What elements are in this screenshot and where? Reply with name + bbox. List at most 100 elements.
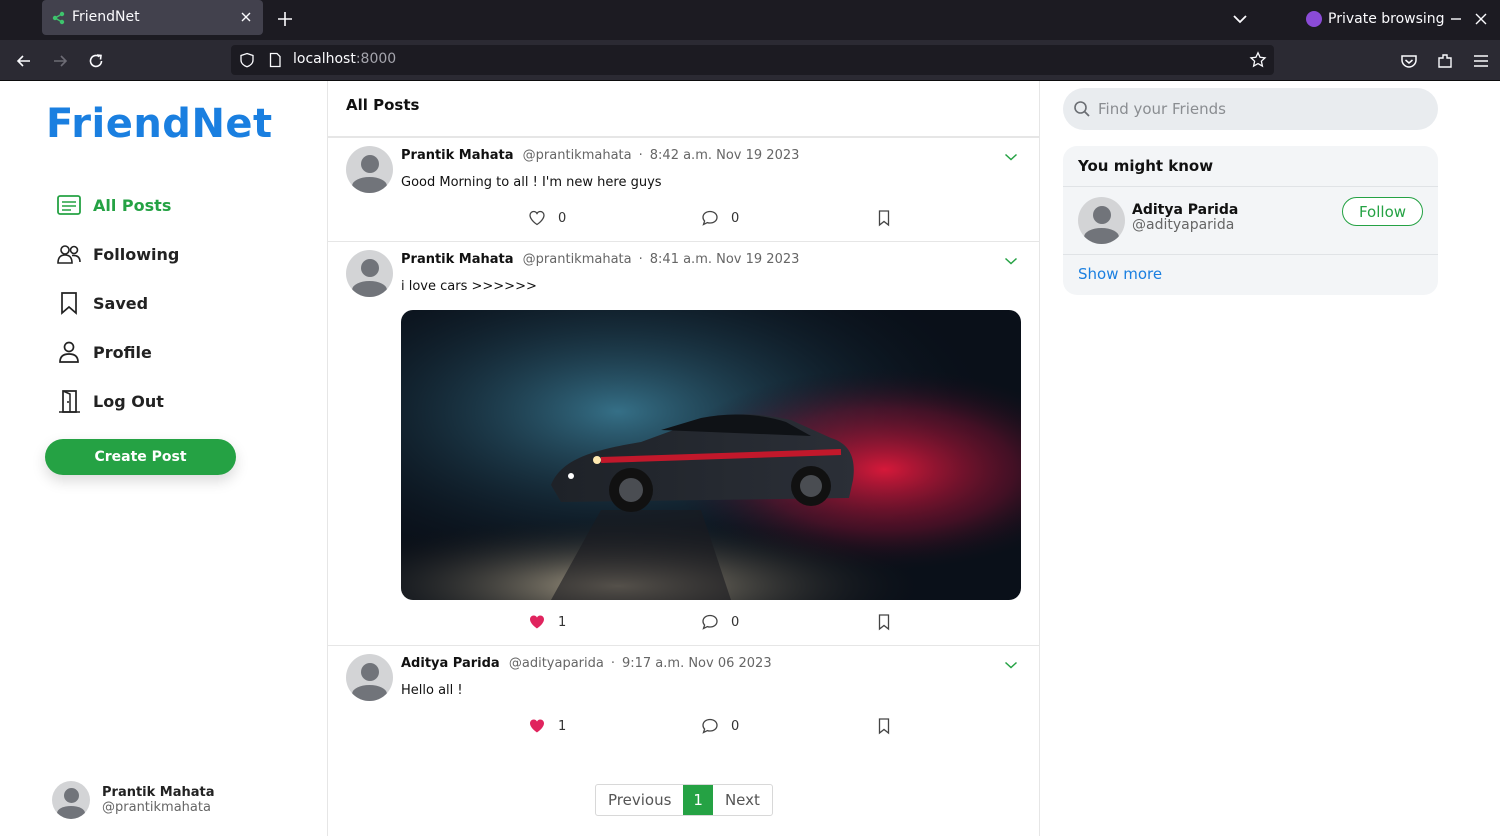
show-more-link[interactable]: Show more xyxy=(1078,265,1162,283)
save-button[interactable] xyxy=(875,209,893,227)
suggested-user-name[interactable]: Aditya Parida xyxy=(1132,202,1238,218)
nav-item-all-posts[interactable]: All Posts xyxy=(56,191,171,219)
previous-page-button[interactable]: Previous xyxy=(596,785,683,815)
left-sidebar: FriendNet All Posts Following Saved Prof… xyxy=(0,81,328,836)
comment-button[interactable]: 0 xyxy=(701,717,739,735)
save-button[interactable] xyxy=(875,717,893,735)
post: Prantik Mahata @prantikmahata · 8:41 a.m. … xyxy=(328,242,1039,646)
close-tab-icon[interactable] xyxy=(239,10,253,24)
comment-icon xyxy=(702,614,718,630)
like-count: 0 xyxy=(558,210,567,226)
post-meta: Prantik Mahata @prantikmahata · 8:41 a.m. … xyxy=(401,252,800,267)
post-handle[interactable]: @adityaparida xyxy=(509,656,604,671)
comment-count: 0 xyxy=(731,210,740,226)
feed-header: All Posts xyxy=(328,81,1039,138)
bookmark-star-icon[interactable] xyxy=(1249,51,1267,69)
post-author[interactable]: Prantik Mahata xyxy=(401,252,514,267)
like-button[interactable]: 0 xyxy=(528,209,566,227)
like-button[interactable]: 1 xyxy=(528,717,566,735)
create-post-button[interactable]: Create Post xyxy=(45,439,236,475)
bookmark-icon xyxy=(878,210,890,227)
post-author[interactable]: Aditya Parida xyxy=(401,656,500,671)
nav-item-saved[interactable]: Saved xyxy=(56,289,148,317)
current-user-name: Prantik Mahata xyxy=(102,785,215,800)
forward-arrow-icon[interactable] xyxy=(50,51,70,71)
door-icon xyxy=(59,390,80,413)
post-handle[interactable]: @prantikmahata xyxy=(523,252,632,267)
current-user[interactable]: Prantik Mahata @prantikmahata xyxy=(52,781,215,819)
hamburger-menu-icon[interactable] xyxy=(1471,51,1491,71)
app-logo[interactable]: FriendNet xyxy=(46,101,273,147)
avatar[interactable] xyxy=(346,250,393,297)
search-input[interactable] xyxy=(1098,96,1418,122)
post-handle[interactable]: @prantikmahata xyxy=(523,148,632,163)
avatar xyxy=(52,781,90,819)
comment-count: 0 xyxy=(731,718,740,734)
pocket-icon[interactable] xyxy=(1399,51,1419,71)
right-sidebar: You might know Aditya Parida @adityapari… xyxy=(1040,81,1500,836)
post-author[interactable]: Prantik Mahata xyxy=(401,148,514,163)
browser-tab-bar: FriendNet Private browsing xyxy=(0,0,1500,40)
private-mask-icon xyxy=(1306,11,1322,27)
private-browsing-indicator: Private browsing xyxy=(1306,9,1445,29)
shield-icon[interactable] xyxy=(239,52,255,68)
post-text: Good Morning to all ! I'm new here guys xyxy=(401,175,662,190)
chevron-down-icon[interactable] xyxy=(1004,658,1018,672)
nav-label-saved: Saved xyxy=(93,293,149,313)
nav-item-profile[interactable]: Profile xyxy=(56,338,152,366)
page: FriendNet All Posts Following Saved Prof… xyxy=(0,81,1500,836)
suggestions-panel: You might know Aditya Parida @adityapari… xyxy=(1063,146,1438,295)
new-tab-icon[interactable] xyxy=(275,9,295,29)
chevron-down-icon[interactable] xyxy=(1004,254,1018,268)
close-window-icon[interactable] xyxy=(1472,10,1490,28)
list-icon xyxy=(57,195,81,215)
post-meta: Prantik Mahata @prantikmahata · 8:42 a.m. … xyxy=(401,148,800,163)
comment-button[interactable]: 0 xyxy=(701,209,739,227)
divider xyxy=(1063,186,1438,187)
address-bar[interactable]: localhost:8000 xyxy=(231,45,1274,75)
nav-label-log-out: Log Out xyxy=(93,391,164,411)
comment-button[interactable]: 0 xyxy=(701,613,739,631)
suggested-user-handle: @adityaparida xyxy=(1132,217,1235,233)
next-page-button[interactable]: Next xyxy=(713,785,772,815)
post-actions: 0 0 xyxy=(328,209,1039,229)
reload-icon[interactable] xyxy=(86,51,106,71)
chevron-down-icon[interactable] xyxy=(1230,10,1250,28)
avatar[interactable] xyxy=(346,654,393,701)
divider xyxy=(1063,254,1438,255)
nav-label-following: Following xyxy=(93,244,180,264)
friendnet-favicon-icon xyxy=(52,11,65,25)
page-info-icon[interactable] xyxy=(267,52,283,68)
post-actions: 1 0 xyxy=(328,613,1039,633)
like-button[interactable]: 1 xyxy=(528,613,566,631)
car-photo[interactable] xyxy=(401,310,1021,600)
post-time: 8:42 a.m. Nov 19 2023 xyxy=(649,148,800,163)
save-button[interactable] xyxy=(875,613,893,631)
url-host: localhost xyxy=(293,51,356,67)
comment-icon xyxy=(702,718,718,734)
heart-filled-icon xyxy=(530,615,544,629)
heart-outline-icon xyxy=(529,210,545,226)
pagination: Previous 1 Next xyxy=(595,784,773,816)
back-arrow-icon[interactable] xyxy=(14,51,34,71)
nav-item-log-out[interactable]: Log Out xyxy=(56,387,164,415)
extensions-icon[interactable] xyxy=(1435,51,1455,71)
private-browsing-label: Private browsing xyxy=(1328,11,1445,27)
nav-item-following[interactable]: Following xyxy=(56,240,179,268)
person-icon xyxy=(59,341,79,363)
avatar[interactable] xyxy=(346,146,393,193)
search-icon xyxy=(1074,101,1090,117)
chevron-down-icon[interactable] xyxy=(1004,150,1018,164)
avatar[interactable] xyxy=(1078,197,1125,244)
comment-count: 0 xyxy=(731,614,740,630)
like-count: 1 xyxy=(558,718,567,734)
nav-label-all-posts: All Posts xyxy=(93,195,172,215)
browser-tab[interactable]: FriendNet xyxy=(42,0,263,35)
follow-button[interactable]: Follow xyxy=(1342,197,1423,226)
minimize-icon[interactable] xyxy=(1447,10,1465,28)
tab-title: FriendNet xyxy=(72,9,140,25)
current-page[interactable]: 1 xyxy=(683,785,713,815)
post: Aditya Parida @adityaparida · 9:17 a.m. No… xyxy=(328,646,1039,750)
post-time: 8:41 a.m. Nov 19 2023 xyxy=(649,252,800,267)
feed-title: All Posts xyxy=(346,96,420,114)
